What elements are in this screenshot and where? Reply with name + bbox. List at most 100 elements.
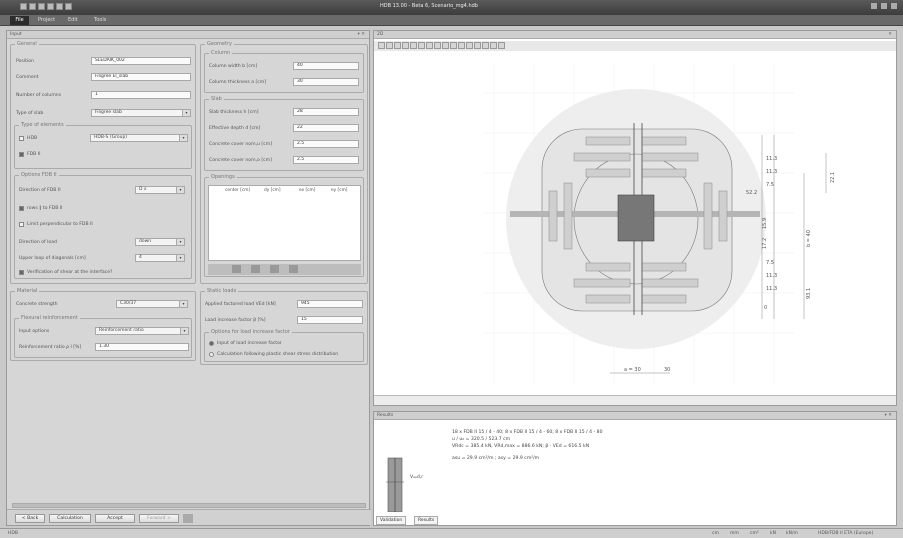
layer-icon[interactable] xyxy=(482,42,489,49)
horizontal-scrollbar[interactable] xyxy=(12,503,366,508)
load-increase-options-group: Options for load increase factor Input o… xyxy=(204,329,364,362)
tab-edit[interactable]: Edit xyxy=(68,17,78,23)
slab-type-select[interactable]: Filigree slab ▾ xyxy=(91,109,191,117)
openings-table[interactable]: center [cm] dy [cm] ex [cm] ey [cm] xyxy=(208,185,361,261)
rows-checkbox[interactable] xyxy=(19,206,24,211)
unit-cm2[interactable]: cm² xyxy=(750,531,759,536)
open-icon[interactable] xyxy=(29,3,36,10)
ribbon: File Project Edit Tools xyxy=(0,15,903,26)
view-front-icon[interactable] xyxy=(426,42,433,49)
window-controls[interactable] xyxy=(871,3,897,9)
options-fdbii-group: Options FDB II Direction of FDB II D x ▾ … xyxy=(14,172,192,279)
tab-tools[interactable]: Tools xyxy=(94,17,106,23)
results-panel: Results ▾ ✕ 18 x FDB II 15 / 4 - 40; 8 x… xyxy=(373,411,897,526)
column-group: Column Column width b [cm] 40 Column thi… xyxy=(204,50,364,93)
tab-validation[interactable]: Validation xyxy=(376,516,407,525)
undo-icon[interactable] xyxy=(56,3,63,10)
dim-label: a = 30 xyxy=(624,367,641,373)
punching-drawing[interactable]: 11.3 11.3 7.5 11.3 11.3 7.5 17.2 15.9 22… xyxy=(374,53,896,405)
dimension-icon[interactable] xyxy=(474,42,481,49)
chevron-down-icon: ▾ xyxy=(179,301,187,307)
direction-select[interactable]: D x ▾ xyxy=(135,186,185,194)
zoom-out-icon[interactable] xyxy=(386,42,393,49)
unit-knm[interactable]: kN/m xyxy=(786,531,798,536)
close-icon[interactable]: ▾ ✕ xyxy=(885,412,892,420)
columns-field[interactable]: 1 xyxy=(91,91,191,99)
unit-mm[interactable]: mm xyxy=(730,531,739,536)
save-icon[interactable] xyxy=(38,3,45,10)
comment-field[interactable]: Filigree El_slab xyxy=(91,73,191,81)
upper-loop-select[interactable]: 4 ▾ xyxy=(135,254,185,262)
grid-icon[interactable] xyxy=(490,42,497,49)
limit-checkbox[interactable] xyxy=(19,222,24,227)
opt-input-radio[interactable] xyxy=(209,341,214,346)
column-thickness-field[interactable]: 30 xyxy=(293,78,359,86)
view-pane-title: 2D ✕ xyxy=(374,31,896,39)
dim-label: 7.5 xyxy=(766,260,774,266)
applied-load-field[interactable]: 945 xyxy=(297,300,363,308)
tab-results[interactable]: Results xyxy=(414,516,439,525)
view-top-icon[interactable] xyxy=(418,42,425,49)
input-panel: Input ▾ ✕ General Position SLEDAIK_002 C… xyxy=(6,30,371,526)
table-icon[interactable] xyxy=(289,265,298,273)
close-icon[interactable]: ✕ xyxy=(888,31,892,39)
dim-label: 22.1 xyxy=(830,172,836,183)
redo-icon[interactable] xyxy=(65,3,72,10)
concrete-strength-select[interactable]: C30/37 ▾ xyxy=(116,300,188,308)
print-icon[interactable] xyxy=(450,42,457,49)
edit-icon[interactable] xyxy=(251,265,260,273)
reinforcement-ratio-field[interactable]: 1.30 xyxy=(95,343,189,351)
view-side-icon[interactable] xyxy=(434,42,441,49)
chevron-down-icon: ▾ xyxy=(180,328,188,334)
opt-calc-radio[interactable] xyxy=(209,352,214,357)
hdb-select[interactable]: HDB-S (Group) ▾ xyxy=(90,134,188,142)
dim-label: 0 xyxy=(764,305,767,311)
cover-u-field[interactable]: 2.5 xyxy=(293,140,359,148)
quick-access-toolbar[interactable] xyxy=(20,3,72,10)
add-icon[interactable] xyxy=(232,265,241,273)
pan-icon[interactable] xyxy=(410,42,417,49)
slab-group: Slab Slab thickness h [cm] 28 Effective … xyxy=(204,96,364,171)
input-options-select[interactable]: Reinforcement ratio ▾ xyxy=(95,327,189,335)
minimize-icon[interactable] xyxy=(871,3,877,9)
export-icon[interactable] xyxy=(458,42,465,49)
view-scrollbar[interactable] xyxy=(374,395,896,405)
cover-o-field[interactable]: 2.5 xyxy=(293,156,359,164)
fdbii-checkbox[interactable] xyxy=(19,152,24,157)
delete-icon[interactable] xyxy=(270,265,279,273)
status-text: HDB xyxy=(8,531,18,536)
print-icon[interactable] xyxy=(47,3,54,10)
hdb-checkbox[interactable] xyxy=(19,136,24,141)
chevron-down-icon: ▾ xyxy=(182,110,190,116)
zoom-in-icon[interactable] xyxy=(378,42,385,49)
column-width-field[interactable]: 40 xyxy=(293,62,359,70)
unit-kn[interactable]: kN xyxy=(770,531,776,536)
zoom-all-icon[interactable] xyxy=(402,42,409,49)
slab-thickness-field[interactable]: 28 xyxy=(293,108,359,116)
unit-cm[interactable]: cm xyxy=(712,531,719,536)
view-2d-panel: 2D ✕ 11.3 11.3 7.5 11.3 11.3 7.5 17.2 15… xyxy=(373,30,897,406)
pin-icon[interactable]: ▾ ✕ xyxy=(358,31,365,39)
back-button[interactable]: < Back xyxy=(15,514,45,523)
display-icon[interactable] xyxy=(498,42,505,49)
zoom-window-icon[interactable] xyxy=(394,42,401,49)
load-direction-select[interactable]: down ▾ xyxy=(135,238,185,246)
effective-depth-field[interactable]: 22 xyxy=(293,124,359,132)
new-icon[interactable] xyxy=(20,3,27,10)
settings-icon[interactable] xyxy=(466,42,473,49)
dim-label: 7.5 xyxy=(766,182,774,188)
position-field[interactable]: SLEDAIK_002 xyxy=(91,57,191,65)
accept-button[interactable]: Accept xyxy=(95,514,135,523)
grid-icon[interactable] xyxy=(183,514,193,523)
close-icon[interactable] xyxy=(891,3,897,9)
tab-project[interactable]: Project xyxy=(38,17,55,23)
maximize-icon[interactable] xyxy=(881,3,887,9)
load-increase-field[interactable]: 15 xyxy=(297,316,363,324)
calculation-button[interactable]: Calculation xyxy=(49,514,91,523)
dim-label: 11.3 xyxy=(766,156,777,162)
view-iso-icon[interactable] xyxy=(442,42,449,49)
forward-button[interactable]: Forward > xyxy=(139,514,179,523)
file-tab[interactable]: File xyxy=(10,16,29,25)
verification-checkbox[interactable] xyxy=(19,270,24,275)
dim-label: b = 40 xyxy=(806,230,812,247)
